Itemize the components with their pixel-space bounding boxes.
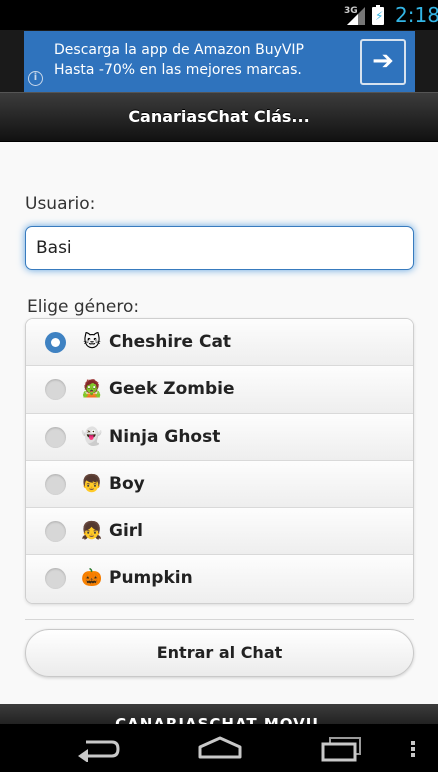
boy-icon: 👦: [81, 473, 103, 494]
arrow-right-icon: ➔: [372, 46, 394, 76]
girl-icon: 👧: [81, 521, 103, 542]
ad-banner[interactable]: Descarga la app de Amazon BuyVIP Hasta -…: [0, 30, 438, 92]
radio-option-label: Geek Zombie: [109, 379, 235, 400]
back-icon[interactable]: [76, 736, 120, 762]
main-content: Usuario: Elige género: 🐱 Cheshire Cat 🧟 …: [0, 142, 438, 704]
user-input[interactable]: [25, 226, 414, 270]
signal-icon: [347, 7, 365, 25]
battery-charging-icon: ⚡: [372, 5, 384, 25]
ad-info-icon[interactable]: i: [28, 71, 43, 86]
footer-title: CANARIASCHAT MOVIL: [115, 715, 323, 724]
ghost-icon: 👻: [81, 426, 103, 447]
radio-option-label: Ninja Ghost: [109, 426, 221, 447]
radio-option-cheshire-cat[interactable]: 🐱 Cheshire Cat: [26, 319, 413, 367]
radio-option-label: Boy: [109, 473, 145, 494]
enter-chat-button[interactable]: Entrar al Chat: [25, 629, 414, 677]
home-icon[interactable]: [196, 735, 244, 761]
gender-radio-group: 🐱 Cheshire Cat 🧟 Geek Zombie 👻 Ninja Gho…: [25, 318, 414, 604]
page-footer: CANARIASCHAT MOVIL: [0, 704, 438, 724]
radio-option-label: Cheshire Cat: [109, 332, 232, 352]
radio-option-boy[interactable]: 👦 Boy: [26, 460, 413, 509]
recent-apps-icon[interactable]: [320, 736, 364, 762]
radio-selected-icon[interactable]: [45, 332, 66, 353]
menu-icon[interactable]: [410, 740, 416, 758]
cat-icon: 🐱: [83, 332, 101, 352]
page-title: CanariasChat Clás...: [128, 107, 310, 126]
ad-text-line2: Hasta -70% en las mejores marcas.: [54, 62, 302, 78]
ad-arrow-button[interactable]: ➔: [360, 39, 406, 85]
radio-unselected-icon[interactable]: [45, 473, 66, 495]
radio-option-label: Girl: [109, 521, 143, 542]
clock: 2:18: [395, 3, 438, 27]
ad-text-line1: Descarga la app de Amazon BuyVIP: [54, 42, 305, 58]
divider: [25, 619, 414, 620]
zombie-icon: 🧟: [81, 379, 103, 400]
page-header: CanariasChat Clás...: [0, 92, 438, 142]
navigation-bar: [0, 724, 438, 772]
radio-unselected-icon[interactable]: [45, 379, 66, 401]
radio-unselected-icon[interactable]: [45, 568, 66, 590]
radio-option-pumpkin[interactable]: 🎃 Pumpkin: [26, 555, 413, 603]
ad-banner-body[interactable]: Descarga la app de Amazon BuyVIP Hasta -…: [24, 31, 415, 92]
radio-option-girl[interactable]: 👧 Girl: [26, 508, 413, 556]
gender-label: Elige género:: [27, 297, 140, 317]
radio-unselected-icon[interactable]: [45, 426, 66, 448]
user-label: Usuario:: [25, 194, 96, 214]
radio-unselected-icon[interactable]: [45, 521, 66, 543]
pumpkin-icon: 🎃: [81, 568, 103, 589]
status-bar: 3G ⚡ 2:18: [0, 0, 438, 30]
radio-option-label: Pumpkin: [109, 568, 193, 589]
radio-option-geek-zombie[interactable]: 🧟 Geek Zombie: [26, 366, 413, 414]
radio-option-ninja-ghost[interactable]: 👻 Ninja Ghost: [26, 413, 413, 461]
